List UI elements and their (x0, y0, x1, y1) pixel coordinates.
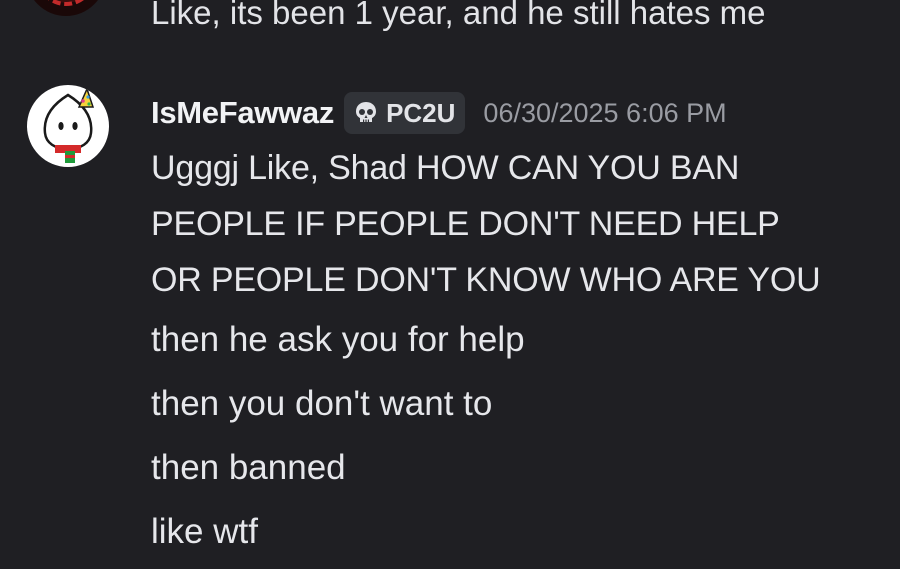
message-line: Ugggj Like, Shad HOW CAN YOU BAN (151, 149, 740, 187)
avatar[interactable] (27, 85, 109, 167)
previous-user-avatar[interactable] (26, 0, 106, 16)
message-content: Ugggj Like, Shad HOW CAN YOU BAN PEOPLE … (151, 140, 891, 564)
message-header: IsMeFawwaz PC2U 06/30/2025 6:06 PM (151, 92, 727, 134)
chat-view: Like, its been 1 year, and he still hate… (0, 0, 900, 569)
message-line: like wtf (151, 512, 258, 551)
username[interactable]: IsMeFawwaz (151, 95, 334, 131)
message-line: then banned (151, 448, 346, 487)
server-tag-label: PC2U (386, 97, 456, 128)
previous-message-text: Like, its been 1 year, and he still hate… (151, 0, 766, 31)
skull-icon (352, 99, 380, 127)
server-tag[interactable]: PC2U (344, 92, 466, 134)
timestamp[interactable]: 06/30/2025 6:06 PM (483, 98, 726, 129)
message-line: then he ask you for help (151, 320, 525, 359)
message-line: then you don't want to (151, 384, 493, 423)
message-line: OR PEOPLE DON'T KNOW WHO ARE YOU (151, 261, 821, 299)
ghost-avatar-icon (43, 86, 95, 163)
message-line: PEOPLE IF PEOPLE DON'T NEED HELP (151, 205, 780, 243)
